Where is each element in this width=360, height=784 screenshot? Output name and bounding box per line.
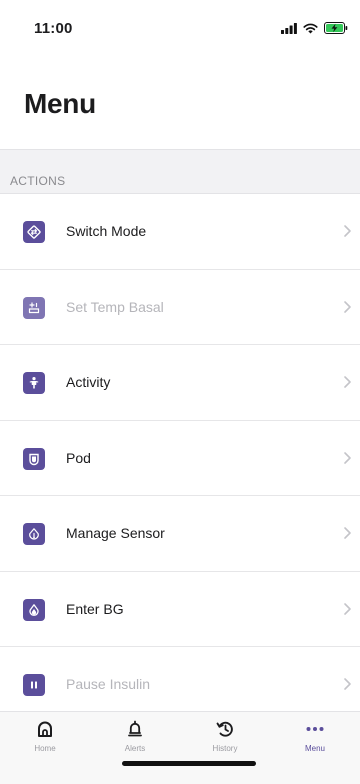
page-title: Menu [24,88,96,119]
wifi-icon [303,23,318,33]
temp-basal-icon [23,296,45,319]
tab-menu[interactable]: Menu [270,712,360,762]
menu-item-activity[interactable]: Activity [0,345,360,421]
home-icon [36,719,54,739]
chevron-right-icon [344,225,351,237]
menu-item-set-temp-basal[interactable]: Set Temp Basal [0,270,360,345]
battery-charging-icon [324,22,348,34]
pause-icon [23,674,45,696]
menu-item-label: Switch Mode [66,223,147,239]
menu-item-switch-mode[interactable]: Switch Mode [0,194,360,270]
tab-label: Home [34,744,56,753]
sensor-icon [23,523,45,545]
chevron-right-icon [344,300,351,313]
tab-alerts[interactable]: Alerts [90,712,180,762]
menu-item-label: Pause Insulin [66,676,151,692]
activity-icon [23,372,45,394]
menu-item-manage-sensor[interactable]: Manage Sensor [0,496,360,572]
menu-item-label: Pod [66,449,91,466]
tab-label: Alerts [124,744,146,753]
menu-item-enter-bg[interactable]: Enter BG [0,572,360,647]
menu-list: Switch Mode Set Temp Basal Activity Pod … [0,194,360,723]
menu-item-label: Activity [66,374,111,390]
menu-item-label: Enter BG [66,600,124,617]
tab-home[interactable]: Home [0,712,90,762]
status-time: 11:00 [34,20,73,37]
tab-history[interactable]: History [180,712,270,762]
switch-mode-icon [23,221,45,243]
chevron-right-icon [344,527,351,539]
cellular-signal-icon [281,22,297,34]
tab-bar: Home Alerts History Menu [0,711,360,784]
home-indicator [122,761,256,766]
menu-item-label: Manage Sensor [66,525,165,541]
status-bar: 11:00 [0,0,360,56]
status-icons [281,21,348,35]
menu-item-pod[interactable]: Pod [0,421,360,496]
more-dots-icon [305,719,325,739]
section-label: ACTIONS [10,174,66,188]
menu-item-label: Set Temp Basal [66,298,164,315]
history-icon [216,719,234,739]
bell-icon [126,719,144,739]
chevron-right-icon [344,451,351,464]
chevron-right-icon [344,678,351,690]
tab-label: History [212,744,238,753]
chevron-right-icon [344,602,351,615]
pod-icon [23,447,45,470]
section-header: ACTIONS [0,149,360,194]
chevron-right-icon [344,376,351,388]
tab-label: Menu [304,744,325,753]
blood-drop-icon [23,598,45,621]
